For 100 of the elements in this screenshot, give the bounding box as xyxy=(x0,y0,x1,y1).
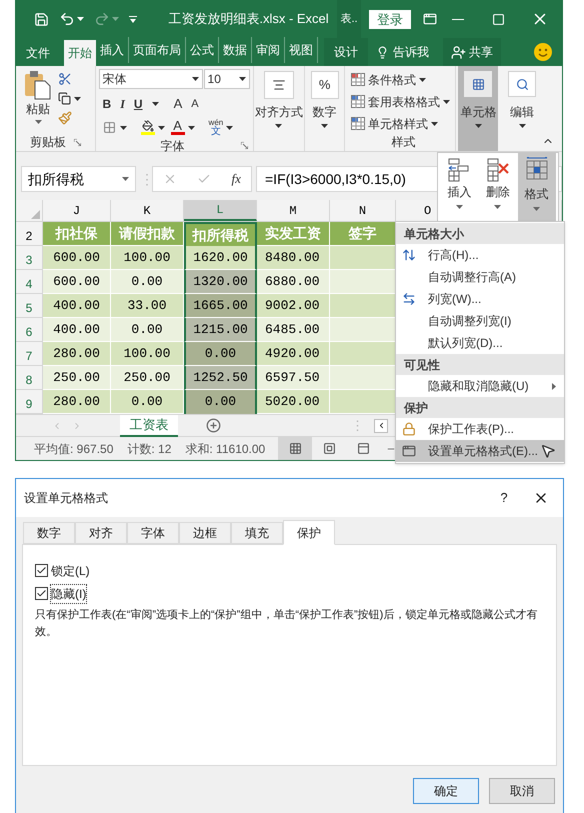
menu-item[interactable]: 保护工作表(P)... xyxy=(396,418,564,440)
copy-button[interactable] xyxy=(58,92,81,105)
styles-menu-button[interactable]: 条件格式 xyxy=(351,70,456,89)
caret-icon xyxy=(158,126,165,130)
dialog-tab[interactable]: 数字 xyxy=(23,522,75,544)
ribbon-tab[interactable]: 数据 xyxy=(219,37,252,63)
row-header[interactable]: 4 xyxy=(16,270,43,294)
fill-color-button[interactable] xyxy=(140,120,165,135)
checkbox[interactable]: 锁定(L) xyxy=(35,559,90,582)
shrink-font-button[interactable]: A xyxy=(191,96,199,112)
row-header[interactable]: 9 xyxy=(16,390,43,414)
copy-icon xyxy=(58,92,71,105)
minimize-icon xyxy=(452,18,464,20)
new-sheet-button[interactable] xyxy=(206,418,221,433)
save-button[interactable] xyxy=(34,12,49,26)
menu-item[interactable]: 设置单元格格式(E)... xyxy=(396,440,564,462)
row-header[interactable]: 3 xyxy=(16,246,43,270)
menu-item[interactable]: 列宽(W)... xyxy=(396,288,564,310)
undo-button[interactable] xyxy=(59,11,84,27)
dialog-tab[interactable]: 边框 xyxy=(179,522,231,544)
table-cell: 6485.00 xyxy=(257,318,330,342)
table-cell: 1252.50 xyxy=(184,366,257,390)
checkbox[interactable]: 隐藏(I) xyxy=(35,582,86,605)
column-title-cell: 扣所得税 xyxy=(184,222,257,246)
ribbon-display-button[interactable] xyxy=(423,12,437,26)
menu-item[interactable]: 隐藏和取消隐藏(U) xyxy=(396,375,564,397)
editing-button[interactable]: 编辑 xyxy=(502,66,542,151)
sheet-tab[interactable]: 工资表 xyxy=(120,414,178,436)
dialog-tab[interactable]: 字体 xyxy=(127,522,179,544)
menu-item[interactable]: 行高(H)... xyxy=(396,244,564,266)
font-size-dropdown[interactable]: 10 xyxy=(204,69,250,89)
search-icon xyxy=(516,78,529,90)
row-header[interactable]: 7 xyxy=(16,342,43,366)
paste-button[interactable]: 粘贴 xyxy=(24,70,52,133)
dialog-title: 设置单元格格式 xyxy=(24,490,109,507)
borders-button[interactable] xyxy=(102,121,127,134)
row-header[interactable]: 2 xyxy=(16,222,43,246)
help-button[interactable]: ? xyxy=(489,488,519,508)
ribbon-tab[interactable]: 文件 xyxy=(16,40,60,66)
ribbon-tab[interactable]: 公式 xyxy=(186,37,219,63)
check-icon xyxy=(36,588,47,599)
caret-icon xyxy=(494,205,502,209)
column-header[interactable]: L xyxy=(184,200,257,221)
dialog-tab[interactable]: 填充 xyxy=(231,522,283,544)
name-box[interactable]: 扣所得税 xyxy=(21,166,136,192)
lightbulb-icon xyxy=(376,46,389,58)
table-cell: 1665.00 xyxy=(184,294,257,318)
font-color-button[interactable]: A xyxy=(170,120,195,135)
phonetic-button[interactable]: wén 文 xyxy=(208,118,234,136)
row-header[interactable]: 5 xyxy=(16,294,43,318)
row-header[interactable]: 8 xyxy=(16,366,43,390)
italic-button[interactable]: I xyxy=(120,94,125,113)
undo-icon xyxy=(59,11,75,27)
grow-font-button[interactable]: A xyxy=(174,94,182,114)
ribbon-tab[interactable]: 视图 xyxy=(285,37,318,63)
caret-icon xyxy=(443,100,450,104)
plus-icon xyxy=(206,418,221,433)
group-label: 剪贴板 xyxy=(30,134,66,151)
dialog-button[interactable]: 确定 xyxy=(413,778,479,804)
column-header[interactable]: M xyxy=(257,200,330,221)
group-label: 字体 xyxy=(160,138,185,154)
cells-button[interactable]: 单元格 xyxy=(458,66,498,151)
insert-function-button[interactable]: fx xyxy=(232,169,241,189)
cells-menu-button[interactable]: 格式 xyxy=(518,153,556,221)
clipboard-icon xyxy=(24,70,52,100)
scissors-icon xyxy=(58,72,72,86)
caret-icon xyxy=(456,205,463,209)
number-button[interactable]: % 数字 xyxy=(305,66,346,151)
table-cell: 400.00 xyxy=(43,294,111,318)
ribbon-tab[interactable]: 页面布局 xyxy=(129,37,186,63)
styles-menu-button[interactable]: 单元格样式 xyxy=(351,114,456,133)
table-cell: 250.00 xyxy=(111,366,184,390)
share-button[interactable]: 共享 xyxy=(443,38,501,66)
context-ribbon-tab[interactable]: 设计 xyxy=(324,38,368,66)
table-style-icon xyxy=(351,95,366,108)
menu-item[interactable]: 自动调整列宽(I) xyxy=(396,310,564,332)
tell-me-button[interactable]: 告诉我 xyxy=(368,38,437,66)
menu-item[interactable]: 默认列宽(D)... xyxy=(396,332,564,354)
menu-item[interactable]: 自动调整行高(A) xyxy=(396,266,564,288)
login-button[interactable]: 登录 xyxy=(369,10,411,28)
view-button[interactable] xyxy=(278,436,312,460)
ribbon-tab[interactable]: 审阅 xyxy=(252,37,285,63)
font-name-dropdown[interactable]: 宋体 xyxy=(98,69,203,89)
status-stat: 平均值: 967.50 xyxy=(34,440,114,458)
dialog-button[interactable]: 取消 xyxy=(489,778,555,804)
horizontal-scroll-left-button[interactable] xyxy=(374,418,388,432)
column-header[interactable]: J xyxy=(43,200,111,221)
styles-menu-button[interactable]: 套用表格格式 xyxy=(351,92,456,111)
alignment-button[interactable]: 对齐方式 xyxy=(254,66,306,151)
underline-button[interactable]: U xyxy=(134,94,143,113)
column-header[interactable]: N xyxy=(330,200,396,221)
bold-button[interactable]: B xyxy=(102,94,112,113)
note-text: 只有保护工作表(在“审阅”选项卡上的“保护”组中，单击“保护工作表”按钮)后，锁定单元格或隐藏公式才有效。 xyxy=(35,608,538,640)
dialog-tab[interactable]: 保护 xyxy=(283,520,335,545)
dialog-tab[interactable]: 对齐 xyxy=(75,522,127,544)
dialog-launcher-icon xyxy=(74,138,81,146)
row-header[interactable]: 6 xyxy=(16,318,43,342)
caret-icon xyxy=(74,96,81,100)
ribbon-tab[interactable]: 插入 xyxy=(96,37,129,63)
ribbon-tab[interactable]: 开始 xyxy=(64,40,96,66)
